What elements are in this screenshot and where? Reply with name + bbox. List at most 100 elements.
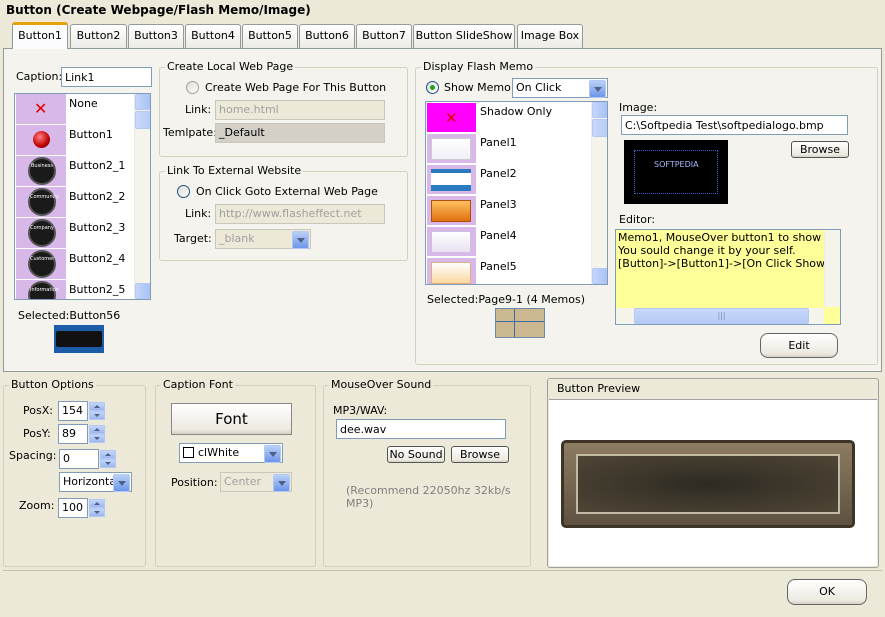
editor-label: Editor: (619, 213, 656, 226)
tab-button4[interactable]: Button4 (185, 24, 241, 48)
no-sound-button[interactable]: No Sound (387, 446, 445, 463)
list-item[interactable]: ✕ Shadow Only (426, 102, 607, 133)
tab-button3[interactable]: Button3 (128, 24, 184, 48)
tab-button2[interactable]: Button2 (70, 24, 127, 48)
posy-label: PosY: (23, 427, 51, 440)
button-preview-title: Button Preview (557, 382, 641, 395)
panel-thumbnail (427, 196, 476, 225)
selected-memo-preview (495, 308, 545, 338)
memo-list-scrollbar[interactable] (591, 102, 607, 284)
target-select[interactable]: _blank (215, 229, 311, 249)
preview-canvas (549, 399, 877, 566)
mouseover-sound-group: MouseOver Sound MP3/WAV: No Sound Browse… (323, 378, 531, 567)
posy-input[interactable]: 89 (58, 424, 105, 444)
target-value: _blank (219, 232, 255, 245)
tab-button5[interactable]: Button5 (242, 24, 298, 48)
edit-memo-button[interactable]: Edit (760, 333, 838, 358)
preview-button-face (576, 454, 840, 514)
list-item-label: Panel1 (480, 136, 517, 149)
chevron-down-icon[interactable] (273, 474, 290, 492)
caption-label: Caption: (16, 70, 63, 83)
window-title: Button (Create Webpage/Flash Memo/Image) (6, 3, 311, 17)
chevron-down-icon[interactable] (113, 474, 130, 492)
image-path-input[interactable] (621, 115, 848, 135)
zoom-input[interactable]: 100 (58, 498, 105, 518)
orientation-select[interactable]: Horizontal (59, 472, 132, 492)
mp3-wav-label: MP3/WAV: (333, 404, 388, 417)
external-link-input[interactable]: http://www.flasheffect.net (215, 204, 385, 224)
font-button[interactable]: Font (171, 403, 292, 435)
chevron-down-icon[interactable] (292, 231, 309, 249)
list-item[interactable]: Business Button2_1 (15, 156, 150, 187)
scroll-thumb[interactable] (135, 111, 150, 129)
external-link-group-label: Link To External Website (165, 164, 304, 177)
flash-memo-group-label: Display Flash Memo (421, 60, 536, 73)
show-memo-radio[interactable] (426, 81, 439, 94)
memo-editor[interactable]: Memo1, MouseOver button1 to show the m Yo… (615, 229, 841, 325)
tab-pane: Caption: ✕NoneButton1BusinessButton2_1Co… (3, 48, 882, 372)
list-item[interactable]: ✕ None (15, 94, 150, 125)
zoom-value: 100 (62, 501, 83, 514)
tab-button-slideshow[interactable]: Button SlideShow (413, 24, 515, 48)
editor-hscroll[interactable]: ||| (616, 308, 824, 324)
goto-external-radio[interactable] (177, 185, 190, 198)
sound-file-input[interactable] (336, 419, 506, 439)
posy-spinner[interactable] (89, 425, 105, 443)
button-list-scrollbar[interactable] (134, 94, 150, 299)
chevron-down-icon[interactable] (264, 445, 281, 463)
local-link-input[interactable]: home.html (215, 100, 385, 120)
sound-browse-button[interactable]: Browse (451, 446, 509, 463)
external-link-group: Link To External Website On Click Goto E… (159, 164, 408, 261)
zoom-spinner[interactable] (89, 499, 105, 517)
scroll-up-button[interactable] (135, 94, 150, 110)
list-item-label: Button1 (69, 128, 113, 141)
business-icon: Business (16, 156, 66, 186)
mouseover-sound-group-label: MouseOver Sound (329, 378, 434, 391)
list-item[interactable]: Panel5 (426, 257, 607, 284)
posx-spinner[interactable] (89, 402, 105, 420)
create-web-page-radio[interactable] (186, 81, 199, 94)
scroll-thumb[interactable] (592, 119, 607, 137)
memo-trigger-select[interactable]: On Click (512, 78, 608, 98)
tab-button7[interactable]: Button7 (356, 24, 412, 48)
tab-button6[interactable]: Button6 (299, 24, 355, 48)
divider (3, 570, 882, 571)
memo-panel-list[interactable]: ✕ Shadow Only Panel1 Panel2 Panel3 Panel4 Pane… (425, 101, 608, 285)
list-item[interactable]: Button1 (15, 125, 150, 156)
list-item[interactable]: Panel2 (426, 164, 607, 195)
font-color-select[interactable]: clWhite (179, 443, 283, 463)
list-item[interactable]: Panel4 (426, 226, 607, 257)
posx-value: 154 (62, 404, 83, 417)
posx-input[interactable]: 154 (58, 401, 105, 421)
icon-caption: Community (30, 194, 59, 200)
spacing-spinner[interactable] (100, 450, 116, 468)
caption-position-select[interactable]: Center (220, 472, 292, 492)
button-style-list[interactable]: ✕ None Button1 Business Button2_1 Community Bu… (14, 93, 151, 300)
list-item-label: Panel4 (480, 229, 517, 242)
tab-image-box[interactable]: Image Box (517, 24, 583, 48)
tab-button1[interactable]: Button1 (12, 22, 68, 49)
spacing-input[interactable]: 0 (59, 449, 116, 469)
posx-label: PosX: (23, 404, 53, 417)
list-item[interactable]: Community Button2_2 (15, 187, 150, 218)
list-item-label: Button2_1 (69, 159, 126, 172)
chevron-down-icon[interactable] (589, 80, 606, 98)
zoom-label: Zoom: (19, 499, 55, 512)
image-browse-button[interactable]: Browse (791, 141, 849, 158)
scroll-down-button[interactable] (592, 268, 607, 284)
scroll-up-button[interactable] (592, 102, 607, 118)
caption-input[interactable] (61, 67, 152, 87)
list-item[interactable]: Panel3 (426, 195, 607, 226)
list-item[interactable]: Panel1 (426, 133, 607, 164)
show-memo-label: Show Memo (444, 81, 511, 94)
panel-thumbnail (427, 134, 476, 163)
red-ball-icon (16, 125, 66, 155)
ok-button[interactable]: OK (787, 579, 867, 605)
list-item[interactable]: Company Button2_3 (15, 218, 150, 249)
editor-vscroll[interactable] (824, 230, 840, 307)
scroll-down-button[interactable] (135, 283, 150, 299)
list-item[interactable]: Customer Button2_4 (15, 249, 150, 280)
caption-position-value: Center (224, 475, 262, 488)
list-item[interactable]: Information Button2_5 (15, 280, 150, 299)
template-select[interactable]: _Default (215, 123, 385, 143)
